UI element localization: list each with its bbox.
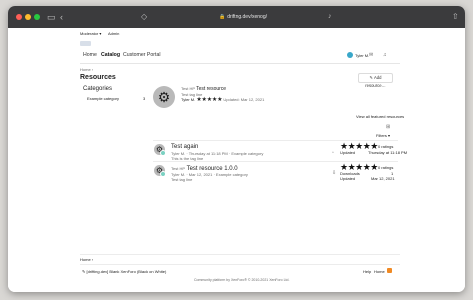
footer-divider	[80, 254, 400, 255]
resource-ratings-count: 0 ratings	[378, 165, 394, 170]
add-resource-button[interactable]: ✎ Add resource…	[358, 73, 393, 88]
copyright-text: Community platform by XenForo® © 2010-20…	[194, 278, 290, 282]
rss-icon[interactable]: ⊞	[386, 124, 390, 130]
browser-window: ▭ ‹ ◇ 🔒 driftng.dev/xenog/ ♪ ⇧ Moderator …	[8, 6, 465, 292]
rss-feed-icon[interactable]	[387, 268, 392, 273]
back-arrow-icon[interactable]: ‹	[60, 11, 63, 23]
resource-ratings-count: 0 ratings	[378, 144, 394, 149]
calendar-icon: ▫	[332, 150, 334, 156]
browser-titlebar: ▭ ‹ ◇ 🔒 driftng.dev/xenog/ ♪ ⇧	[8, 6, 465, 28]
footer-breadcrumb[interactable]: Home ›	[80, 257, 93, 262]
download-icon: ⇩	[332, 170, 337, 176]
resource-tagline: Test tag line	[171, 177, 193, 182]
resource-icon[interactable]: ⚙	[154, 144, 166, 156]
category-link[interactable]: Example category	[87, 96, 119, 101]
filters-menu[interactable]: Filters ▾	[376, 133, 390, 138]
site-logo[interactable]	[80, 41, 91, 46]
categories-title: Categories	[83, 86, 113, 92]
nav-divider	[80, 63, 400, 64]
resource-updated-value: Mar 12, 2021	[371, 176, 395, 181]
avatar[interactable]	[347, 52, 353, 58]
paint-brush-icon: ✎	[82, 269, 86, 274]
home-link[interactable]: Home	[374, 269, 385, 274]
page-title: Resources	[80, 74, 116, 81]
sidebar-icon[interactable]: ▭	[47, 11, 56, 23]
resource-updated-value: Thursday at 11:18 PM	[368, 150, 408, 155]
close-window-button[interactable]	[16, 14, 22, 20]
style-chooser-link[interactable]: [drifting.dev] Blank XenForo (Black on W…	[86, 269, 166, 274]
minimize-window-button[interactable]	[25, 14, 31, 20]
inbox-icon[interactable]: ✉	[369, 52, 373, 58]
view-all-featured-link[interactable]: View all featured resources	[356, 114, 404, 119]
category-count: 3	[143, 96, 146, 101]
breadcrumb[interactable]: Home ›	[80, 67, 93, 72]
share-icon[interactable]: ⇧	[452, 11, 459, 23]
bell-icon[interactable]: ♫	[383, 52, 387, 58]
admin-link[interactable]: Admin	[108, 31, 119, 36]
zoom-window-button[interactable]	[34, 14, 40, 20]
shield-icon[interactable]: ◇	[141, 11, 147, 23]
resource-updated-label: Updated	[340, 176, 356, 181]
featured-author[interactable]: Tyler M.	[181, 97, 195, 102]
tab-catalog[interactable]: Catalog	[101, 52, 120, 59]
resource-updated-label: Updated	[340, 150, 356, 155]
page-content: Moderator ▾ Admin Home Catalog Customer …	[8, 28, 465, 292]
user-badge-icon	[160, 150, 166, 156]
resource-title[interactable]: Test again	[171, 144, 198, 151]
gear-icon: ⚙	[157, 89, 171, 105]
edit-icon: ✎	[369, 75, 374, 80]
tab-customer-portal[interactable]: Customer Portal	[123, 52, 160, 59]
user-name[interactable]: Tyler M.	[355, 53, 369, 58]
featured-updated: Updated: Mar 12, 2021	[223, 97, 265, 102]
help-link[interactable]: Help	[363, 269, 371, 274]
resource-icon[interactable]: ⚙	[154, 165, 166, 177]
resource-prefix: Test HP	[171, 166, 186, 171]
user-badge-icon	[160, 171, 166, 177]
moderator-menu[interactable]: Moderator ▾	[80, 31, 101, 36]
lock-icon: 🔒	[219, 14, 226, 20]
address-bar[interactable]: 🔒 driftng.dev/xenog/	[198, 13, 288, 22]
tab-home[interactable]: Home	[83, 52, 97, 59]
featured-resource-icon[interactable]: ⚙	[153, 86, 175, 108]
featured-prefix: Test HP	[181, 86, 195, 91]
featured-rating-stars: ★★★★★	[196, 97, 223, 103]
footer-divider	[80, 264, 400, 265]
microphone-icon[interactable]: ♪	[328, 11, 332, 23]
